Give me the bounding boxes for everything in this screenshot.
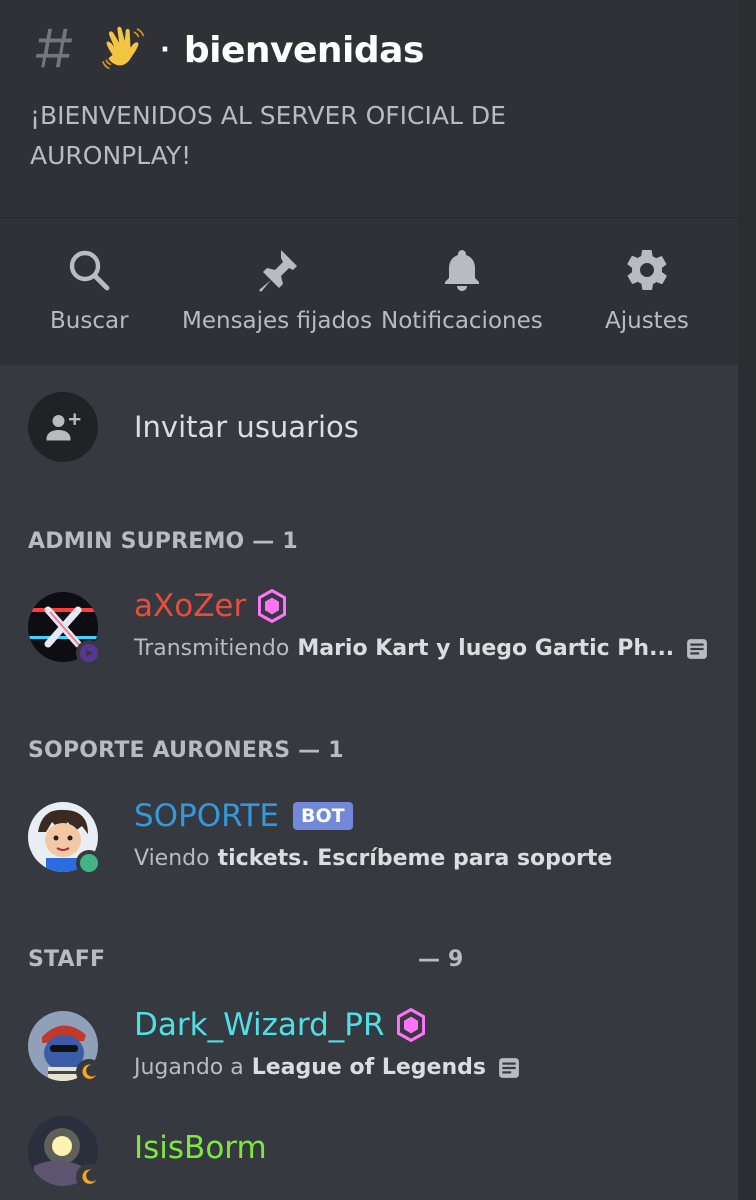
notifications-label: Notificaciones xyxy=(381,308,543,334)
channel-name: bienvenidas xyxy=(183,29,425,71)
activity-prefix: Transmitiendo xyxy=(134,636,290,661)
search-label: Buscar xyxy=(50,308,129,334)
gear-icon xyxy=(627,250,667,290)
member-name-row: Dark_Wizard_PR xyxy=(134,1007,425,1043)
invite-icon-circle xyxy=(28,392,98,462)
channel-actions-bar: Buscar Mensajes fijados Notificaciones A… xyxy=(0,218,738,365)
server-boost-icon xyxy=(258,589,287,623)
add-user-icon xyxy=(46,413,81,441)
hash-icon xyxy=(35,28,73,68)
section-header-admin: ADMIN SUPREMO — 1 xyxy=(28,529,298,554)
member-activity: Jugando a League of Legends xyxy=(134,1055,520,1080)
member-activity: Viendo tickets. Escríbeme para soporte xyxy=(134,846,612,871)
member-name: aXoZer xyxy=(134,588,247,624)
activity-name: tickets. Escríbeme para soporte xyxy=(217,846,613,871)
member-name-row: aXoZer xyxy=(134,588,287,624)
member-name: IsisBorm xyxy=(134,1130,267,1166)
member-row[interactable]: IsisBorm xyxy=(28,1116,728,1196)
title-separator: · xyxy=(160,35,170,65)
notifications-button[interactable]: Notificaciones xyxy=(381,246,543,334)
search-button[interactable]: Buscar xyxy=(50,246,129,334)
pinned-messages-button[interactable]: Mensajes fijados xyxy=(182,246,372,334)
scrollbar[interactable] xyxy=(738,0,756,1200)
member-name: SOPORTE xyxy=(134,798,279,834)
server-boost-icon xyxy=(396,1008,425,1042)
bot-badge: BOT xyxy=(292,802,353,830)
section-count-staff: — 9 xyxy=(418,947,464,972)
activity-prefix: Viendo xyxy=(134,846,210,871)
member-row[interactable]: SOPORTE BOT Viendo tickets. Escríbeme pa… xyxy=(28,798,728,882)
settings-label: Ajustes xyxy=(605,308,689,334)
bell-icon xyxy=(444,250,479,291)
pin-icon xyxy=(259,250,298,292)
search-icon xyxy=(70,250,110,291)
streaming-status-icon xyxy=(76,640,102,666)
channel-title-row: · bienvenidas xyxy=(30,22,424,78)
settings-button[interactable]: Ajustes xyxy=(605,246,689,334)
invite-users-label: Invitar usuarios xyxy=(134,410,359,444)
idle-status-icon xyxy=(76,1164,102,1190)
member-activity: Transmitiendo Mario Kart y luego Gartic … xyxy=(134,636,708,661)
channel-topic: ¡BIENVENIDOS AL SERVER OFICIAL DE AURONP… xyxy=(30,101,506,170)
activity-name: Mario Kart y luego Gartic Ph... xyxy=(297,636,675,661)
activity-prefix: Jugando a xyxy=(134,1055,244,1080)
online-status-icon xyxy=(76,850,102,876)
idle-status-icon xyxy=(76,1059,102,1085)
section-header-staff: STAFF xyxy=(28,947,106,972)
invite-users-button[interactable]: Invitar usuarios xyxy=(28,392,359,462)
member-name: Dark_Wizard_PR xyxy=(134,1007,385,1043)
pinned-messages-label: Mensajes fijados xyxy=(182,308,373,334)
rich-presence-icon xyxy=(687,638,708,659)
member-row[interactable]: Dark_Wizard_PR Jugando a League of Legen… xyxy=(28,1007,728,1091)
rich-presence-icon xyxy=(499,1057,519,1078)
waving-hand-icon xyxy=(102,26,145,70)
channel-header: · bienvenidas ¡BIENVENIDOS AL SERVER OFI… xyxy=(0,0,738,218)
member-row[interactable]: aXoZer Transmitiendo Mario Kart y luego … xyxy=(28,588,728,672)
member-name-row: SOPORTE BOT xyxy=(134,798,353,834)
activity-name: League of Legends xyxy=(251,1055,486,1080)
member-name-row: IsisBorm xyxy=(134,1130,267,1166)
section-header-soporte: SOPORTE AURONERS — 1 xyxy=(28,738,344,763)
